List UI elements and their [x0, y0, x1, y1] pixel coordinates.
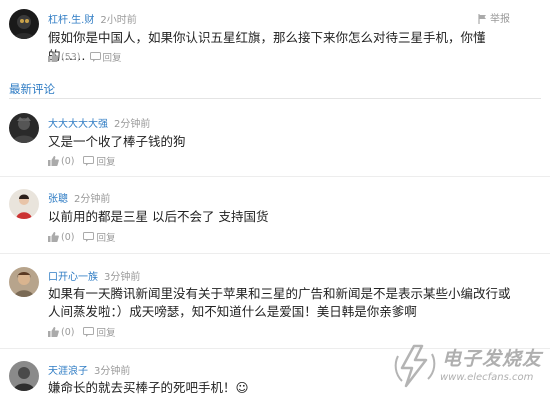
avatar[interactable] — [9, 113, 39, 143]
thumbs-up-icon[interactable] — [48, 327, 59, 337]
reply-icon[interactable] — [83, 232, 95, 242]
reply-button[interactable]: 回复 — [103, 53, 122, 64]
comment-text: 又是一个收了棒子钱的狗 — [48, 134, 186, 149]
reply-icon[interactable] — [83, 156, 95, 166]
reply-button[interactable]: 回复 — [96, 328, 115, 339]
comment-actions: (53) 回复 — [48, 50, 122, 64]
section-title: 最新评论 — [9, 82, 55, 96]
thumbs-up-icon[interactable] — [48, 232, 59, 242]
comment-item: 口开心一族 3分钟前 如果有一天腾讯新闻里没有关于苹果和三星的广告和新闻是不是表示… — [0, 258, 550, 343]
elecfans-logo-icon — [394, 344, 436, 388]
like-count: (0) — [61, 326, 75, 338]
username[interactable]: 口开心一族 — [48, 272, 98, 283]
timestamp: 3分钟前 — [104, 272, 141, 283]
comment-meta: 天涯浪子 3分钟前 — [48, 362, 130, 377]
avatar[interactable] — [9, 9, 39, 39]
site-watermark: 电子发烧友 www.elecfans.com — [392, 342, 542, 394]
comment-meta: 杠杆.生.财 2小时前 — [48, 11, 137, 26]
comment-item: 大大大大大强 2分钟前 又是一个收了棒子钱的狗 (0) 回复 — [0, 105, 550, 168]
comment-meta: 张聰 2分钟前 — [48, 190, 110, 205]
comment-actions: (0) 回复 — [48, 325, 115, 339]
comment-actions: (0) 回复 — [48, 230, 115, 244]
avatar[interactable] — [9, 267, 39, 297]
comment-text: 以前用的都是三星 以后不会了 支持国货 — [48, 209, 269, 224]
like-count: (53) — [61, 51, 81, 63]
watermark-url: www.elecfans.com — [440, 372, 534, 383]
comment-meta: 口开心一族 3分钟前 — [48, 268, 140, 283]
timestamp: 2小时前 — [100, 15, 137, 26]
username[interactable]: 天涯浪子 — [48, 366, 88, 377]
thumbs-up-icon[interactable] — [48, 156, 59, 166]
comment-text: 如果有一天腾讯新闻里没有关于苹果和三星的广告和新闻是不是表示某些小编改行或人间蒸… — [48, 286, 511, 319]
comment-actions: (0) 回复 — [48, 154, 115, 168]
username[interactable]: 大大大大大强 — [48, 119, 108, 130]
like-count: (0) — [61, 231, 75, 243]
thumbs-up-icon[interactable] — [48, 52, 59, 62]
comment-separator — [0, 253, 550, 254]
avatar[interactable] — [9, 189, 39, 219]
like-count: (0) — [61, 155, 75, 167]
comment-meta: 大大大大大强 2分钟前 — [48, 115, 150, 130]
timestamp: 2分钟前 — [74, 194, 111, 205]
username[interactable]: 张聰 — [48, 194, 68, 205]
avatar[interactable] — [9, 361, 39, 391]
top-comment: 杠杆.生.财 2小时前 假如你是中国人，如果你认识五星红旗，那么接下来你怎么对待三… — [0, 0, 550, 75]
reply-button[interactable]: 回复 — [96, 157, 115, 168]
username[interactable]: 杠杆.生.财 — [48, 15, 94, 26]
timestamp: 2分钟前 — [114, 119, 151, 130]
timestamp: 3分钟前 — [94, 366, 131, 377]
reply-icon[interactable] — [89, 52, 101, 62]
reply-icon[interactable] — [83, 327, 95, 337]
comment-item: 张聰 2分钟前 以前用的都是三星 以后不会了 支持国货 (0) 回复 — [0, 180, 550, 244]
watermark-title: 电子发烧友 — [442, 348, 543, 370]
section-divider — [9, 98, 541, 99]
comment-separator — [0, 176, 550, 177]
reply-button[interactable]: 回复 — [96, 233, 115, 244]
